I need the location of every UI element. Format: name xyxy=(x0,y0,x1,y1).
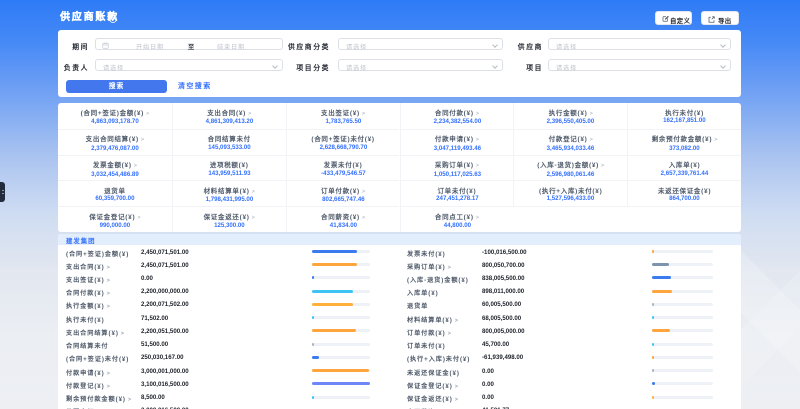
svg-text:?: ? xyxy=(112,16,115,22)
